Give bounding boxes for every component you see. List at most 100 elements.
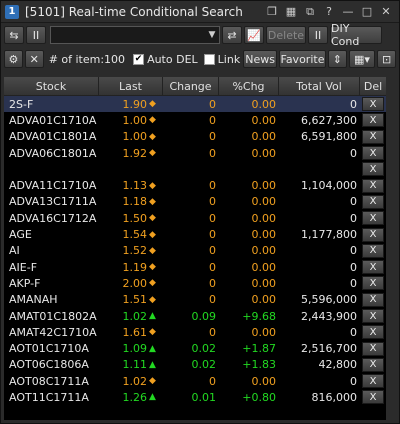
- stock-cell: AKP-F: [9, 276, 41, 290]
- delete-row-button[interactable]: X: [362, 292, 384, 307]
- col-pct[interactable]: %Chg: [219, 77, 279, 95]
- sort-icon[interactable]: ⇕: [327, 50, 347, 68]
- change-cell: 0: [209, 146, 216, 160]
- table-row[interactable]: ADVA16C1712A 1.50 ◆ 0 0.00 0 X: [4, 210, 386, 226]
- table-row[interactable]: AKP-F 2.00 ◆ 0 0.00 0 X: [4, 275, 386, 291]
- favorite-button[interactable]: Favorite: [279, 50, 326, 68]
- delete-row-button[interactable]: X: [362, 227, 384, 242]
- col-stock[interactable]: Stock: [4, 77, 99, 95]
- table-row[interactable]: AOT06C1806A 1.11 ▲ 0.02 +1.83 42,800 X: [4, 357, 386, 373]
- table-row[interactable]: AMAT42C1710A 1.61 ◆ 0 0.00 0 X: [4, 324, 386, 340]
- news-button[interactable]: News: [243, 50, 278, 68]
- title-btn-3[interactable]: ⧉: [301, 4, 319, 20]
- delete-row-button[interactable]: X: [362, 309, 384, 323]
- delete-row-button[interactable]: X: [362, 260, 384, 275]
- del-cell: X: [360, 129, 386, 145]
- chart-icon[interactable]: 📈: [244, 26, 264, 44]
- volume-cell: 2,516,700: [301, 342, 357, 356]
- col-vol[interactable]: Total Vol: [279, 77, 360, 95]
- table-row[interactable]: AGE 1.54 ◆ 0 0.00 1,177,800 X: [4, 226, 386, 242]
- title-bar: 1 [5101] Real-time Conditional Search ❐ ▦…: [1, 1, 399, 23]
- close-icon[interactable]: ✕: [24, 50, 44, 68]
- table-row[interactable]: AIE-F 1.19 ◆ 0 0.00 0 X: [4, 259, 386, 275]
- pct-change-cell: 0.00: [251, 276, 277, 290]
- table-row[interactable]: AOT08C1711A 1.02 ◆ 0 0.00 0 X: [4, 373, 386, 389]
- col-change[interactable]: Change: [163, 77, 219, 95]
- delete-row-button[interactable]: X: [362, 113, 384, 128]
- delete-row-button[interactable]: X: [362, 178, 384, 193]
- change-cell: 0: [209, 195, 216, 209]
- toolbar-top: ⇆ II ▼ ⇄ 📈 Delete II DIY Cond: [1, 22, 399, 48]
- pause-button[interactable]: II: [26, 26, 46, 44]
- del-cell: X: [360, 389, 386, 405]
- gear-icon[interactable]: ⚙: [4, 50, 23, 68]
- change-cell: 0: [209, 179, 216, 193]
- transfer-icon[interactable]: ⇄: [222, 26, 242, 44]
- pause-button-2[interactable]: II: [308, 26, 328, 44]
- pct-change-cell: 0.00: [251, 146, 277, 160]
- last-cell: 1.00: [122, 113, 148, 127]
- table-row[interactable]: AOT01C1710A 1.09 ▲ 0.02 +1.87 2,516,700 X: [4, 340, 386, 356]
- link-check[interactable]: [203, 53, 215, 65]
- layout-menu-button[interactable]: ▦▾: [348, 50, 376, 68]
- volume-cell: 6,591,800: [301, 130, 357, 144]
- delete-row-button[interactable]: X: [362, 194, 384, 209]
- volume-cell: 0: [350, 325, 357, 339]
- last-cell: 1.90: [122, 97, 148, 111]
- maximize-button[interactable]: □: [358, 4, 376, 20]
- delete-row-button[interactable]: X: [362, 357, 384, 372]
- diy-cond-button[interactable]: DIY Cond: [330, 22, 382, 48]
- table-row[interactable]: AOT11C1711A 1.26 ▲ 0.01 +0.80 816,000 X: [4, 389, 386, 405]
- close-button[interactable]: ✕: [377, 4, 395, 20]
- delete-row-button[interactable]: X: [362, 211, 384, 226]
- table-row[interactable]: ADVA11C1710A 1.13 ◆ 0 0.00 1,104,000 X: [4, 177, 386, 193]
- link-checkbox[interactable]: Link: [203, 52, 241, 66]
- vertical-scrollbar[interactable]: [388, 77, 398, 420]
- stock-cell: AIE-F: [9, 260, 38, 274]
- delete-row-button[interactable]: X: [362, 146, 384, 161]
- col-last[interactable]: Last: [99, 77, 163, 95]
- help-button[interactable]: ?: [320, 4, 338, 20]
- last-cell: 1.92: [122, 146, 148, 160]
- minimize-button[interactable]: —: [339, 4, 357, 20]
- table-row[interactable]: ADVA01C1710A 1.00 ◆ 0 0.00 6,627,300 X: [4, 112, 386, 128]
- link-label: Link: [217, 52, 241, 66]
- last-cell: 1.50: [122, 211, 148, 225]
- stock-cell: ADVA16C1712A: [9, 211, 97, 225]
- delete-row-button[interactable]: X: [362, 97, 384, 112]
- change-indicator-icon: ◆: [149, 245, 156, 256]
- auto-del-check[interactable]: ✔: [133, 53, 145, 65]
- stock-cell: AOT11C1711A: [9, 390, 89, 404]
- table-row[interactable]: AMANAH 1.51 ◆ 0 0.00 5,596,000 X: [4, 292, 386, 308]
- delete-row-button[interactable]: X: [362, 341, 384, 356]
- delete-row-button[interactable]: X: [362, 243, 384, 258]
- table-row[interactable]: AMAT01C1802A 1.02 ▲ 0.09 +9.68 2,443,900 X: [4, 308, 386, 324]
- del-cell: X: [360, 210, 386, 226]
- table-row[interactable]: AI 1.52 ◆ 0 0.00 0 X: [4, 243, 386, 259]
- del-cell: X: [360, 161, 386, 177]
- title-btn-2[interactable]: ▦: [282, 4, 300, 20]
- delete-row-button[interactable]: X: [362, 276, 384, 291]
- last-cell: 1.11: [122, 358, 148, 372]
- del-cell: X: [360, 112, 386, 128]
- volume-cell: 2,443,900: [301, 309, 357, 323]
- delete-row-button[interactable]: X: [362, 162, 384, 177]
- condition-select[interactable]: ▼: [50, 26, 220, 44]
- last-cell: 2.00: [122, 276, 148, 290]
- table-row[interactable]: ADVA01C1801A 1.00 ◆ 0 0.00 6,591,800 X: [4, 129, 386, 145]
- settings-icon[interactable]: ⊡: [377, 50, 396, 68]
- table-row[interactable]: 2S-F 1.90 ◆ 0 0.00 0 X: [4, 96, 386, 113]
- swap-icon[interactable]: ⇆: [4, 26, 24, 44]
- delete-row-button[interactable]: X: [362, 390, 384, 405]
- table-row[interactable]: ADVA06C1801A 1.92 ◆ 0 0.00 0 X: [4, 145, 386, 161]
- table-row[interactable]: ADVA13C1711A 1.18 ◆ 0 0.00 0 X: [4, 194, 386, 210]
- delete-row-button[interactable]: X: [362, 325, 384, 340]
- auto-del-checkbox[interactable]: ✔ Auto DEL: [133, 53, 198, 66]
- delete-button[interactable]: Delete: [266, 26, 306, 44]
- delete-row-button[interactable]: X: [362, 374, 384, 389]
- title-btn-1[interactable]: ❐: [263, 4, 281, 20]
- chevron-down-icon[interactable]: ▼: [205, 27, 219, 43]
- delete-row-button[interactable]: X: [362, 129, 384, 144]
- table-row[interactable]: X: [4, 161, 386, 177]
- col-del[interactable]: Del: [360, 77, 386, 95]
